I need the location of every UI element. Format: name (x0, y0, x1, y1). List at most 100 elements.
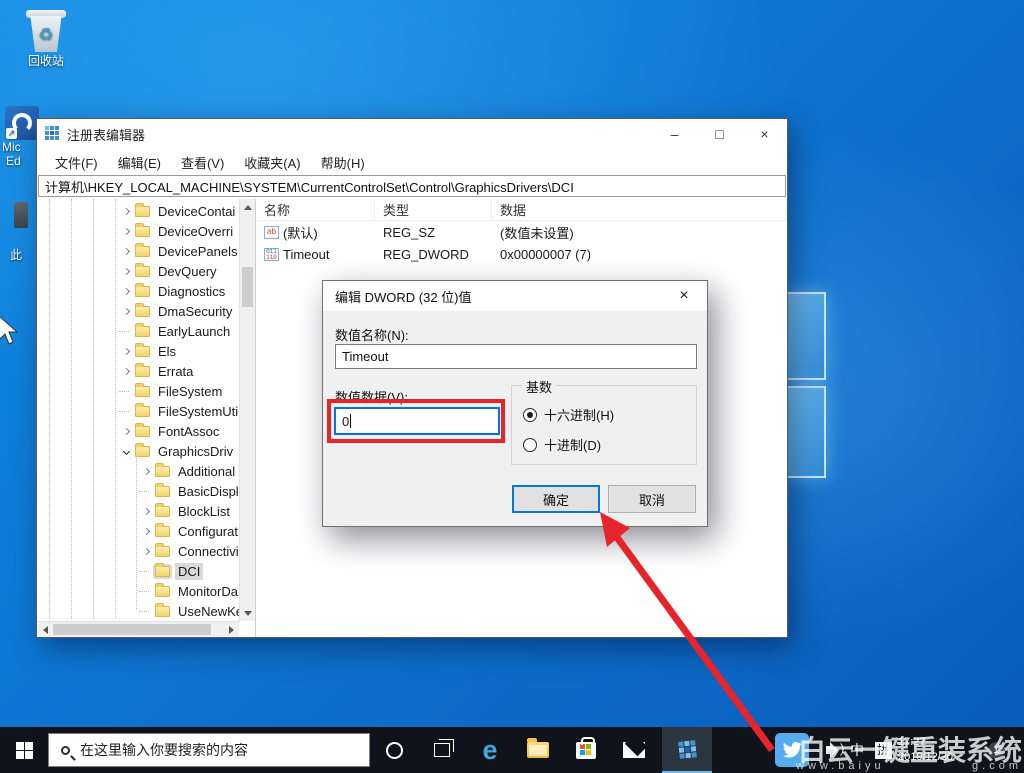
folder-icon (135, 206, 150, 217)
edit-dword-dialog: 编辑 DWORD (32 位)值 × 数值名称(N): Timeout 数值数据… (322, 280, 708, 527)
folder-icon (155, 586, 170, 597)
address-bar[interactable]: 计算机\HKEY_LOCAL_MACHINE\SYSTEM\CurrentCon… (38, 175, 786, 197)
tree-item[interactable]: FileSystem (37, 381, 239, 401)
cortana-button[interactable] (372, 727, 416, 773)
tree-item[interactable]: BlockList (37, 501, 239, 521)
tree-item[interactable]: UseNewKe (37, 601, 239, 621)
menu-view[interactable]: 查看(V) (173, 150, 232, 175)
menu-bar: 文件(F) 编辑(E) 查看(V) 收藏夹(A) 帮助(H) (37, 149, 787, 175)
scroll-down-icon[interactable] (240, 605, 256, 621)
tree-item[interactable]: DevicePanels (37, 241, 239, 261)
tree-item[interactable]: BasicDispl (37, 481, 239, 501)
desktop-icon-recycle-bin[interactable]: ♻ 回收站 (10, 8, 82, 69)
scrollbar-thumb[interactable] (53, 624, 211, 635)
chevron-right-icon[interactable] (139, 464, 153, 478)
chevron-right-icon[interactable] (119, 424, 133, 438)
column-header-type[interactable]: 类型 (375, 199, 492, 220)
tree-item[interactable]: Configurat (37, 521, 239, 541)
scroll-up-icon[interactable] (240, 199, 256, 215)
taskbar-clock[interactable]: 17:27 2019/12/20 (896, 727, 974, 773)
tree-item[interactable]: DevQuery (37, 261, 239, 281)
task-view-button[interactable] (420, 727, 464, 773)
dialog-titlebar[interactable]: 编辑 DWORD (32 位)值 × (323, 281, 707, 311)
chevron-right-icon[interactable] (139, 524, 153, 538)
radio-hexadecimal[interactable]: 十六进制(H) (523, 405, 614, 424)
clock-time: 17:27 (898, 735, 926, 750)
tree-item-dci-selected[interactable]: DCI (37, 561, 239, 581)
chevron-right-icon[interactable] (119, 364, 133, 378)
folder-icon (135, 386, 150, 397)
tree-item[interactable]: MonitorDa (37, 581, 239, 601)
tree-vertical-scrollbar[interactable] (239, 199, 255, 621)
tree-item[interactable]: FileSystemUti (37, 401, 239, 421)
value-data-input[interactable]: 0 (334, 407, 500, 435)
maximize-button[interactable]: □ (697, 119, 742, 149)
tree-item[interactable]: EarlyLaunch (37, 321, 239, 341)
cancel-button[interactable]: 取消 (608, 485, 696, 513)
column-header-data[interactable]: 数据 (492, 199, 787, 220)
chevron-right-icon[interactable] (119, 344, 133, 358)
tree-item[interactable]: DeviceContai (37, 201, 239, 221)
scrollbar-thumb[interactable] (242, 267, 253, 307)
tree-horizontal-scrollbar[interactable] (37, 621, 239, 637)
column-header-name[interactable]: 名称 (256, 199, 375, 220)
value-row-timeout[interactable]: 011110Timeout REG_DWORD 0x00000007 (7) (256, 243, 787, 265)
tree-item-label: DmaSecurity (155, 303, 235, 320)
window-titlebar[interactable]: 注册表编辑器 – □ × (37, 119, 787, 149)
tree-item-label: Configurat (175, 523, 241, 540)
menu-favorites[interactable]: 收藏夹(A) (236, 150, 308, 175)
chevron-right-icon[interactable] (139, 544, 153, 558)
notification-badge: 1 (988, 742, 1005, 759)
value-row-default[interactable]: ab(默认) REG_SZ (数值未设置) (256, 221, 787, 243)
chevron-right-icon[interactable] (139, 504, 153, 518)
chevron-down-icon[interactable] (119, 444, 133, 458)
menu-edit[interactable]: 编辑(E) (110, 150, 169, 175)
radio-unselected-icon[interactable] (523, 438, 537, 452)
chevron-right-icon[interactable] (119, 244, 133, 258)
minimize-button[interactable]: – (652, 119, 697, 149)
radio-decimal[interactable]: 十进制(D) (523, 435, 601, 454)
store-button[interactable] (564, 727, 608, 773)
chevron-right-icon[interactable] (119, 224, 133, 238)
mail-button[interactable] (612, 727, 656, 773)
twitter-tray-icon[interactable] (770, 727, 814, 773)
start-button[interactable] (0, 727, 48, 773)
ime-indicator[interactable]: 拼 (870, 727, 896, 773)
tree-item[interactable]: Errata (37, 361, 239, 381)
menu-help[interactable]: 帮助(H) (313, 150, 373, 175)
tree-item[interactable]: Els (37, 341, 239, 361)
ime-icon: 拼 (875, 742, 892, 759)
radio-selected-icon[interactable] (523, 408, 537, 422)
radio-dec-label: 十进制(D) (544, 435, 601, 454)
chevron-right-icon[interactable] (119, 284, 133, 298)
chevron-right-icon[interactable] (119, 304, 133, 318)
dialog-close-icon[interactable]: × (661, 281, 707, 311)
wallpaper-logo-pane (786, 292, 826, 380)
chevron-right-icon[interactable] (119, 264, 133, 278)
ok-button[interactable]: 确定 (512, 485, 600, 513)
tree-item-graphicsdrivers[interactable]: GraphicsDriv (37, 441, 239, 461)
file-explorer-button[interactable] (516, 727, 560, 773)
action-center-button[interactable]: 1 (976, 727, 1016, 773)
menu-file[interactable]: 文件(F) (47, 150, 106, 175)
regedit-taskbar-button-active[interactable] (662, 727, 712, 773)
tree-item[interactable]: FontAssoc (37, 421, 239, 441)
recycle-bin-icon: ♻ (26, 8, 66, 52)
tree-item-label: DeviceContai (155, 203, 238, 220)
chevron-right-icon[interactable] (119, 204, 133, 218)
taskbar-search-box[interactable]: 在这里输入你要搜索的内容 (48, 733, 370, 767)
scroll-left-icon[interactable] (37, 622, 53, 637)
close-button[interactable]: × (742, 119, 787, 149)
value-name-input[interactable]: Timeout (335, 344, 697, 369)
volume-tray-icon[interactable] (816, 727, 844, 773)
value-name: Timeout (283, 247, 329, 262)
tree-item[interactable]: Diagnostics (37, 281, 239, 301)
tree-item[interactable]: Additional (37, 461, 239, 481)
tree-item[interactable]: DmaSecurity (37, 301, 239, 321)
language-indicator[interactable]: 中 (844, 727, 870, 773)
tree-item[interactable]: Connectivi (37, 541, 239, 561)
folder-icon (135, 446, 150, 457)
scroll-right-icon[interactable] (223, 622, 239, 637)
edge-taskbar-button[interactable]: e (468, 727, 512, 773)
tree-item[interactable]: DeviceOverri (37, 221, 239, 241)
